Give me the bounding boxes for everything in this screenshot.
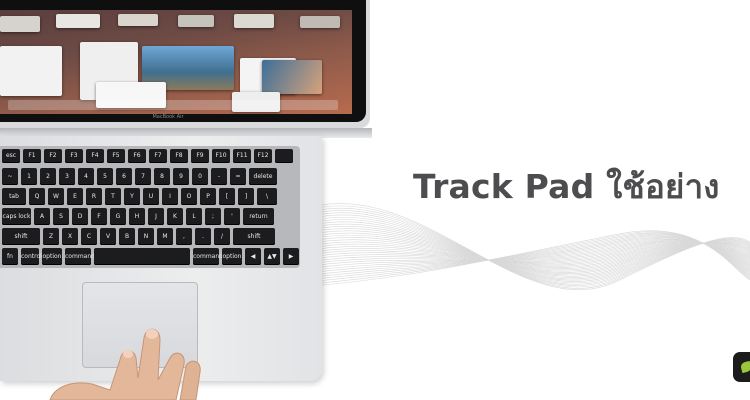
screen-window — [0, 16, 40, 32]
keyboard-key: M — [157, 228, 173, 245]
keyboard-key: delete — [249, 168, 277, 185]
keyboard-key: W — [48, 188, 64, 205]
macbook-laptop: MacBook Air esc F1 F2 F3 F4 F5 F6 F7 F8 F9 F10 F11 F… — [0, 0, 380, 400]
keyboard-key: F2 — [44, 149, 62, 163]
keyboard-key: 0 — [192, 168, 208, 185]
keyboard-key: F6 — [128, 149, 146, 163]
keyboard-key: Q — [29, 188, 45, 205]
keyboard-key: N — [138, 228, 154, 245]
keyboard-key: F1 — [23, 149, 41, 163]
keyboard-key: ] — [238, 188, 254, 205]
keyboard-key: command — [193, 248, 223, 265]
logo — [733, 352, 750, 382]
keyboard-key: 4 — [78, 168, 94, 185]
keyboard-key: F9 — [191, 149, 209, 163]
screen-window — [300, 16, 340, 28]
keyboard-key: 3 — [59, 168, 75, 185]
keyboard-key: / — [214, 228, 230, 245]
screen-window — [178, 15, 214, 27]
keyboard-key: 6 — [116, 168, 132, 185]
screen-window — [234, 14, 274, 28]
hand-illustration — [49, 328, 201, 400]
keyboard-key: control — [21, 248, 42, 265]
keyboard-key: J — [148, 208, 164, 225]
keyboard-key: ▲▼ — [264, 248, 280, 265]
keyboard-key: - — [211, 168, 227, 185]
screen-dock — [8, 100, 338, 110]
keyboard-key: ◀ — [245, 248, 261, 265]
keyboard-key: X — [62, 228, 78, 245]
keyboard-key: = — [230, 168, 246, 185]
keyboard-key: F11 — [233, 149, 251, 163]
keyboard-key: . — [195, 228, 211, 245]
screen-window — [56, 14, 100, 28]
screen-window-photo — [262, 60, 322, 94]
keyboard-key: ; — [205, 208, 221, 225]
screen-window — [0, 46, 62, 96]
keyboard-key: A — [34, 208, 50, 225]
keyboard-key: D — [72, 208, 88, 225]
keyboard-key: Z — [43, 228, 59, 245]
keyboard-key: P — [200, 188, 216, 205]
keyboard-key: ▶ — [283, 248, 299, 265]
keyboard-key: F3 — [65, 149, 83, 163]
keyboard-key: T — [105, 188, 121, 205]
keyboard-key: 1 — [21, 168, 37, 185]
keyboard-key: shift — [2, 228, 40, 245]
laptop-brand-label: MacBook Air — [152, 114, 184, 120]
keyboard: esc F1 F2 F3 F4 F5 F6 F7 F8 F9 F10 F11 F12 ~1 2 3 4 5 6 7 8 9… — [0, 146, 300, 268]
keyboard-key: ~ — [2, 168, 18, 185]
keyboard-key: O — [181, 188, 197, 205]
page-title: Track Pad ใช้อย่าง — [413, 167, 720, 206]
keyboard-key: esc — [2, 149, 20, 163]
keyboard-key: shift — [233, 228, 275, 245]
keyboard-key: command — [65, 248, 95, 265]
keyboard-key: F7 — [149, 149, 167, 163]
keyboard-key: Y — [124, 188, 140, 205]
keyboard-key: K — [167, 208, 183, 225]
keyboard-key: U — [143, 188, 159, 205]
keyboard-key — [275, 149, 293, 163]
keyboard-key: F4 — [86, 149, 104, 163]
keyboard-key: H — [129, 208, 145, 225]
keyboard-key: 7 — [135, 168, 151, 185]
keyboard-key: E — [67, 188, 83, 205]
keyboard-key: F5 — [107, 149, 125, 163]
keyboard-key: F — [91, 208, 107, 225]
screen-window — [118, 14, 158, 26]
keyboard-key: caps lock — [2, 208, 31, 225]
keyboard-key: \ — [257, 188, 277, 205]
keyboard-key: F10 — [212, 149, 230, 163]
keyboard-key: return — [243, 208, 274, 225]
keyboard-key — [94, 248, 190, 265]
banner: MacBook Air esc F1 F2 F3 F4 F5 F6 F7 F8 F9 F10 F11 F… — [0, 0, 750, 400]
keyboard-key: L — [186, 208, 202, 225]
keyboard-key: fn — [2, 248, 18, 265]
keyboard-key: 5 — [97, 168, 113, 185]
keyboard-key: B — [119, 228, 135, 245]
keyboard-key: F12 — [254, 149, 272, 163]
keyboard-key: 2 — [40, 168, 56, 185]
keyboard-key: 9 — [173, 168, 189, 185]
keyboard-key: G — [110, 208, 126, 225]
keyboard-key: 8 — [154, 168, 170, 185]
keyboard-key: C — [81, 228, 97, 245]
keyboard-key: , — [176, 228, 192, 245]
screen-bezel: MacBook Air — [0, 0, 366, 122]
keyboard-key: tab — [2, 188, 26, 205]
keyboard-key: ' — [224, 208, 240, 225]
keyboard-key: S — [53, 208, 69, 225]
leaf-icon — [739, 360, 750, 374]
keyboard-key: V — [100, 228, 116, 245]
laptop-screen — [0, 10, 352, 114]
keyboard-key: R — [86, 188, 102, 205]
keyboard-key: option — [42, 248, 62, 265]
keyboard-key: [ — [219, 188, 235, 205]
keyboard-key: I — [162, 188, 178, 205]
keyboard-key: F8 — [170, 149, 188, 163]
keyboard-key: option — [222, 248, 242, 265]
